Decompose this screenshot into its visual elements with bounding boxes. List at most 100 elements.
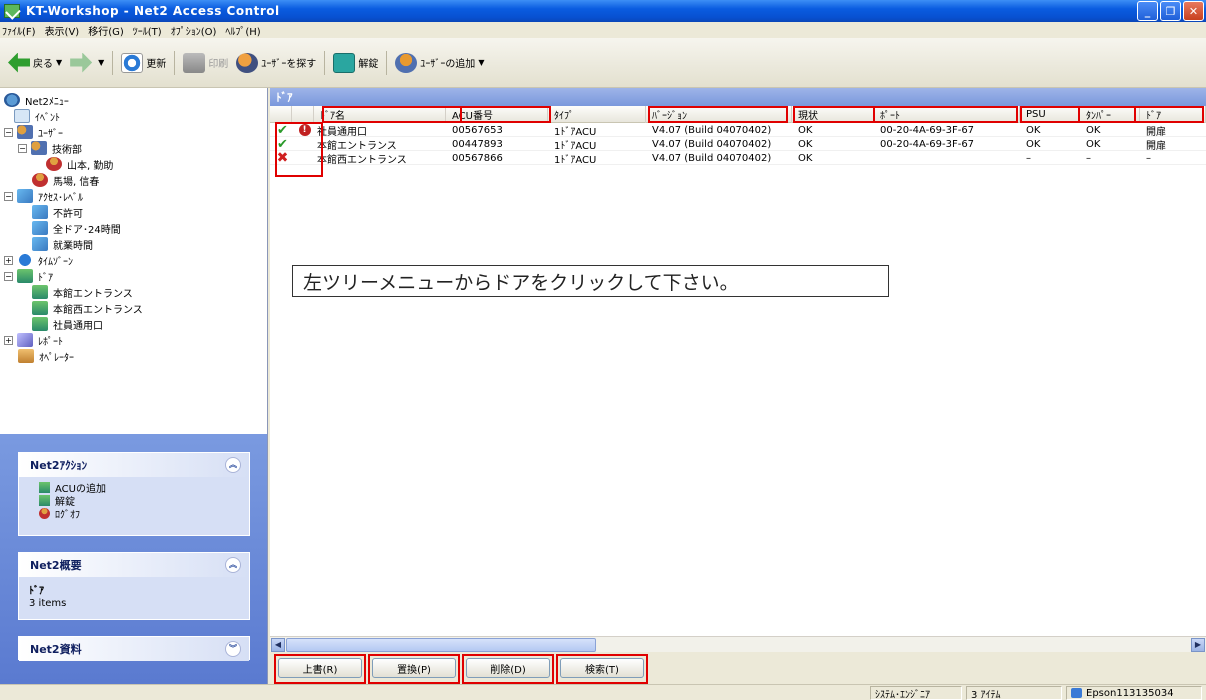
collapse-chevron-icon[interactable]: ︽ bbox=[225, 457, 241, 473]
column-header-port[interactable]: ﾎﾟｰﾄ bbox=[874, 106, 1020, 123]
back-button[interactable]: 戻る ▼ bbox=[8, 52, 62, 73]
column-header-acu[interactable]: ACU番号 bbox=[446, 106, 548, 123]
scroll-right-icon[interactable]: ▶ bbox=[1191, 638, 1205, 652]
collapse-chevron-icon[interactable]: ︽ bbox=[225, 557, 241, 573]
instruction-callout: 左ツリーメニューからドアをクリックして下さい。 bbox=[292, 265, 889, 297]
tree-item-access-all[interactable]: 全ドア･24時間 bbox=[32, 220, 121, 236]
expand-icon[interactable]: + bbox=[4, 335, 13, 345]
tree-item-door-main[interactable]: 本館エントランス bbox=[32, 284, 133, 300]
horizontal-scrollbar[interactable]: ◀ ▶ bbox=[270, 636, 1206, 652]
tree-label: 技術部 bbox=[52, 144, 82, 156]
type-cell: 1ﾄﾞｱACU bbox=[554, 140, 597, 152]
column-header-door-name[interactable]: ﾄﾞｱ名 bbox=[314, 106, 446, 123]
search-button[interactable]: 検索(T) bbox=[560, 658, 644, 678]
table-row[interactable]: ✔ 本館エントランス 00447893 1ﾄﾞｱACU V4.07 (Build… bbox=[270, 137, 1206, 151]
column-header-tamper[interactable]: ﾀﾝﾊﾟｰ bbox=[1080, 106, 1140, 123]
tree-item-access-work[interactable]: 就業時間 bbox=[32, 236, 93, 252]
tree-item-report[interactable]: + ﾚﾎﾟｰﾄ bbox=[4, 332, 63, 348]
replace-button[interactable]: 置換(P) bbox=[372, 658, 456, 678]
forward-dropdown-icon[interactable]: ▼ bbox=[98, 58, 104, 67]
type-cell: 1ﾄﾞｱACU bbox=[554, 154, 597, 166]
door-name-cell: 本館エントランス bbox=[317, 140, 397, 152]
table-row[interactable]: ✔ ! 社員通用口 00567653 1ﾄﾞｱACU V4.07 (Build … bbox=[270, 123, 1206, 137]
collapse-icon[interactable]: − bbox=[4, 271, 13, 281]
column-header-version[interactable]: ﾊﾞｰｼﾞｮﾝ bbox=[646, 106, 792, 123]
tree-item-net2-menu[interactable]: Net2ﾒﾆｭｰ bbox=[4, 92, 69, 108]
version-cell: V4.07 (Build 04070402) bbox=[652, 152, 772, 164]
tree-item-doors[interactable]: − ﾄﾞｱ bbox=[4, 268, 53, 284]
collapse-icon[interactable]: − bbox=[18, 143, 27, 153]
tree-item-operator[interactable]: ｵﾍﾟﾚｰﾀｰ bbox=[18, 348, 74, 364]
maximize-button[interactable]: ❐ bbox=[1160, 1, 1181, 21]
acu-icon bbox=[39, 482, 50, 493]
summary-count: 3 items bbox=[29, 598, 67, 609]
tree-item-event[interactable]: ｲﾍﾞﾝﾄ bbox=[14, 108, 60, 124]
refresh-button[interactable]: 更新 bbox=[121, 52, 166, 73]
column-header-door[interactable]: ﾄﾞｱ bbox=[1140, 106, 1206, 123]
add-user-dropdown-icon[interactable]: ▼ bbox=[478, 58, 484, 67]
actions-panel-header[interactable]: Net2ｱｸｼｮﾝ ︽ bbox=[19, 453, 249, 477]
tamper-cell: OK bbox=[1086, 124, 1101, 136]
actions-panel: Net2ｱｸｼｮﾝ ︽ ACUの追加 解錠 ﾛｸﾞｵﾌ bbox=[18, 452, 250, 536]
menu-help[interactable]: ﾍﾙﾌﾟ(H) bbox=[225, 23, 260, 38]
door-icon bbox=[32, 301, 48, 315]
tree-item-user-yamamoto[interactable]: 山本, 勤助 bbox=[46, 156, 113, 172]
column-header-status-text[interactable]: 現状 bbox=[792, 106, 874, 123]
unlock-button[interactable]: 解錠 bbox=[333, 52, 378, 73]
expand-chevron-icon[interactable]: ︾ bbox=[225, 641, 241, 657]
tree-item-users[interactable]: − ﾕｰｻﾞｰ bbox=[4, 124, 63, 140]
door-name-cell: 社員通用口 bbox=[317, 126, 367, 138]
tree-label: 不許可 bbox=[53, 208, 83, 220]
add-user-button[interactable]: ﾕｰｻﾞｰの追加 ▼ bbox=[395, 52, 484, 73]
scroll-left-icon[interactable]: ◀ bbox=[271, 638, 285, 652]
actions-panel-title: Net2ｱｸｼｮﾝ bbox=[30, 459, 88, 472]
title-bar[interactable]: KT-Workshop - Net2 Access Control _ ❐ ✕ bbox=[0, 0, 1206, 22]
tree-item-door-staff[interactable]: 社員通用口 bbox=[32, 316, 103, 332]
menu-go[interactable]: 移行(G) bbox=[88, 23, 124, 38]
status-cell: ✔ bbox=[270, 123, 292, 137]
column-header-status[interactable] bbox=[270, 106, 292, 123]
port-cell bbox=[874, 151, 1020, 165]
alert-icon: ! bbox=[298, 124, 311, 136]
check-icon: ✔ bbox=[277, 137, 288, 151]
tree-item-user-baba[interactable]: 馬場, 信春 bbox=[32, 172, 99, 188]
user-icon bbox=[32, 173, 48, 187]
tree-label: 就業時間 bbox=[53, 240, 93, 252]
status-role: ｼｽﾃﾑ･ｴﾝｼﾞﾆｱ bbox=[870, 686, 962, 700]
access-level-icon bbox=[32, 221, 48, 235]
tree-item-tech-dept[interactable]: − 技術部 bbox=[18, 140, 82, 156]
expand-icon[interactable]: + bbox=[4, 255, 13, 265]
tree-item-door-west[interactable]: 本館西エントランス bbox=[32, 300, 143, 316]
summary-panel-header[interactable]: Net2概要 ︽ bbox=[19, 553, 249, 577]
tree-item-access-deny[interactable]: 不許可 bbox=[32, 204, 83, 220]
tree-item-timezone[interactable]: + ﾀｲﾑｿﾞｰﾝ bbox=[4, 252, 73, 268]
psu-cell: – bbox=[1026, 152, 1031, 164]
column-header-type[interactable]: ﾀｲﾌﾟ bbox=[548, 106, 646, 123]
back-dropdown-icon[interactable]: ▼ bbox=[56, 58, 62, 67]
minimize-button[interactable]: _ bbox=[1137, 1, 1158, 21]
psu-cell: OK bbox=[1026, 138, 1041, 150]
overwrite-button[interactable]: 上書(R) bbox=[278, 658, 362, 678]
collapse-icon[interactable]: − bbox=[4, 127, 13, 137]
collapse-icon[interactable]: − bbox=[4, 191, 13, 201]
scrollbar-thumb[interactable] bbox=[286, 638, 596, 652]
port-cell: 00-20-4A-69-3F-67 bbox=[880, 124, 975, 136]
menu-view[interactable]: 表示(V) bbox=[45, 23, 80, 38]
resources-panel-header[interactable]: Net2資料 ︾ bbox=[19, 637, 249, 661]
find-user-button[interactable]: ﾕｰｻﾞｰを探す bbox=[236, 52, 316, 73]
tree-item-access-level[interactable]: − ｱｸｾｽ･ﾚﾍﾞﾙ bbox=[4, 188, 83, 204]
alert-cell bbox=[292, 151, 314, 165]
menu-tools[interactable]: ﾂｰﾙ(T) bbox=[133, 23, 162, 38]
tree-label: 山本, 勤助 bbox=[67, 160, 114, 172]
column-header-alert[interactable] bbox=[292, 106, 314, 123]
menu-file[interactable]: ﾌｧｲﾙ(F) bbox=[2, 23, 36, 38]
menu-options[interactable]: ｵﾌﾟｼｮﾝ(O) bbox=[171, 23, 217, 38]
action-logoff[interactable]: ﾛｸﾞｵﾌ bbox=[39, 507, 249, 521]
column-header-psu[interactable]: PSU bbox=[1020, 106, 1080, 123]
forward-button[interactable]: ▼ bbox=[70, 52, 104, 73]
table-row[interactable]: ✖ 本館西エントランス 00567866 1ﾄﾞｱACU V4.07 (Buil… bbox=[270, 151, 1206, 165]
close-button[interactable]: ✕ bbox=[1183, 1, 1204, 21]
print-button[interactable]: 印刷 bbox=[183, 52, 228, 73]
tree-label: ﾄﾞｱ bbox=[38, 272, 53, 284]
delete-button[interactable]: 削除(D) bbox=[466, 658, 550, 678]
